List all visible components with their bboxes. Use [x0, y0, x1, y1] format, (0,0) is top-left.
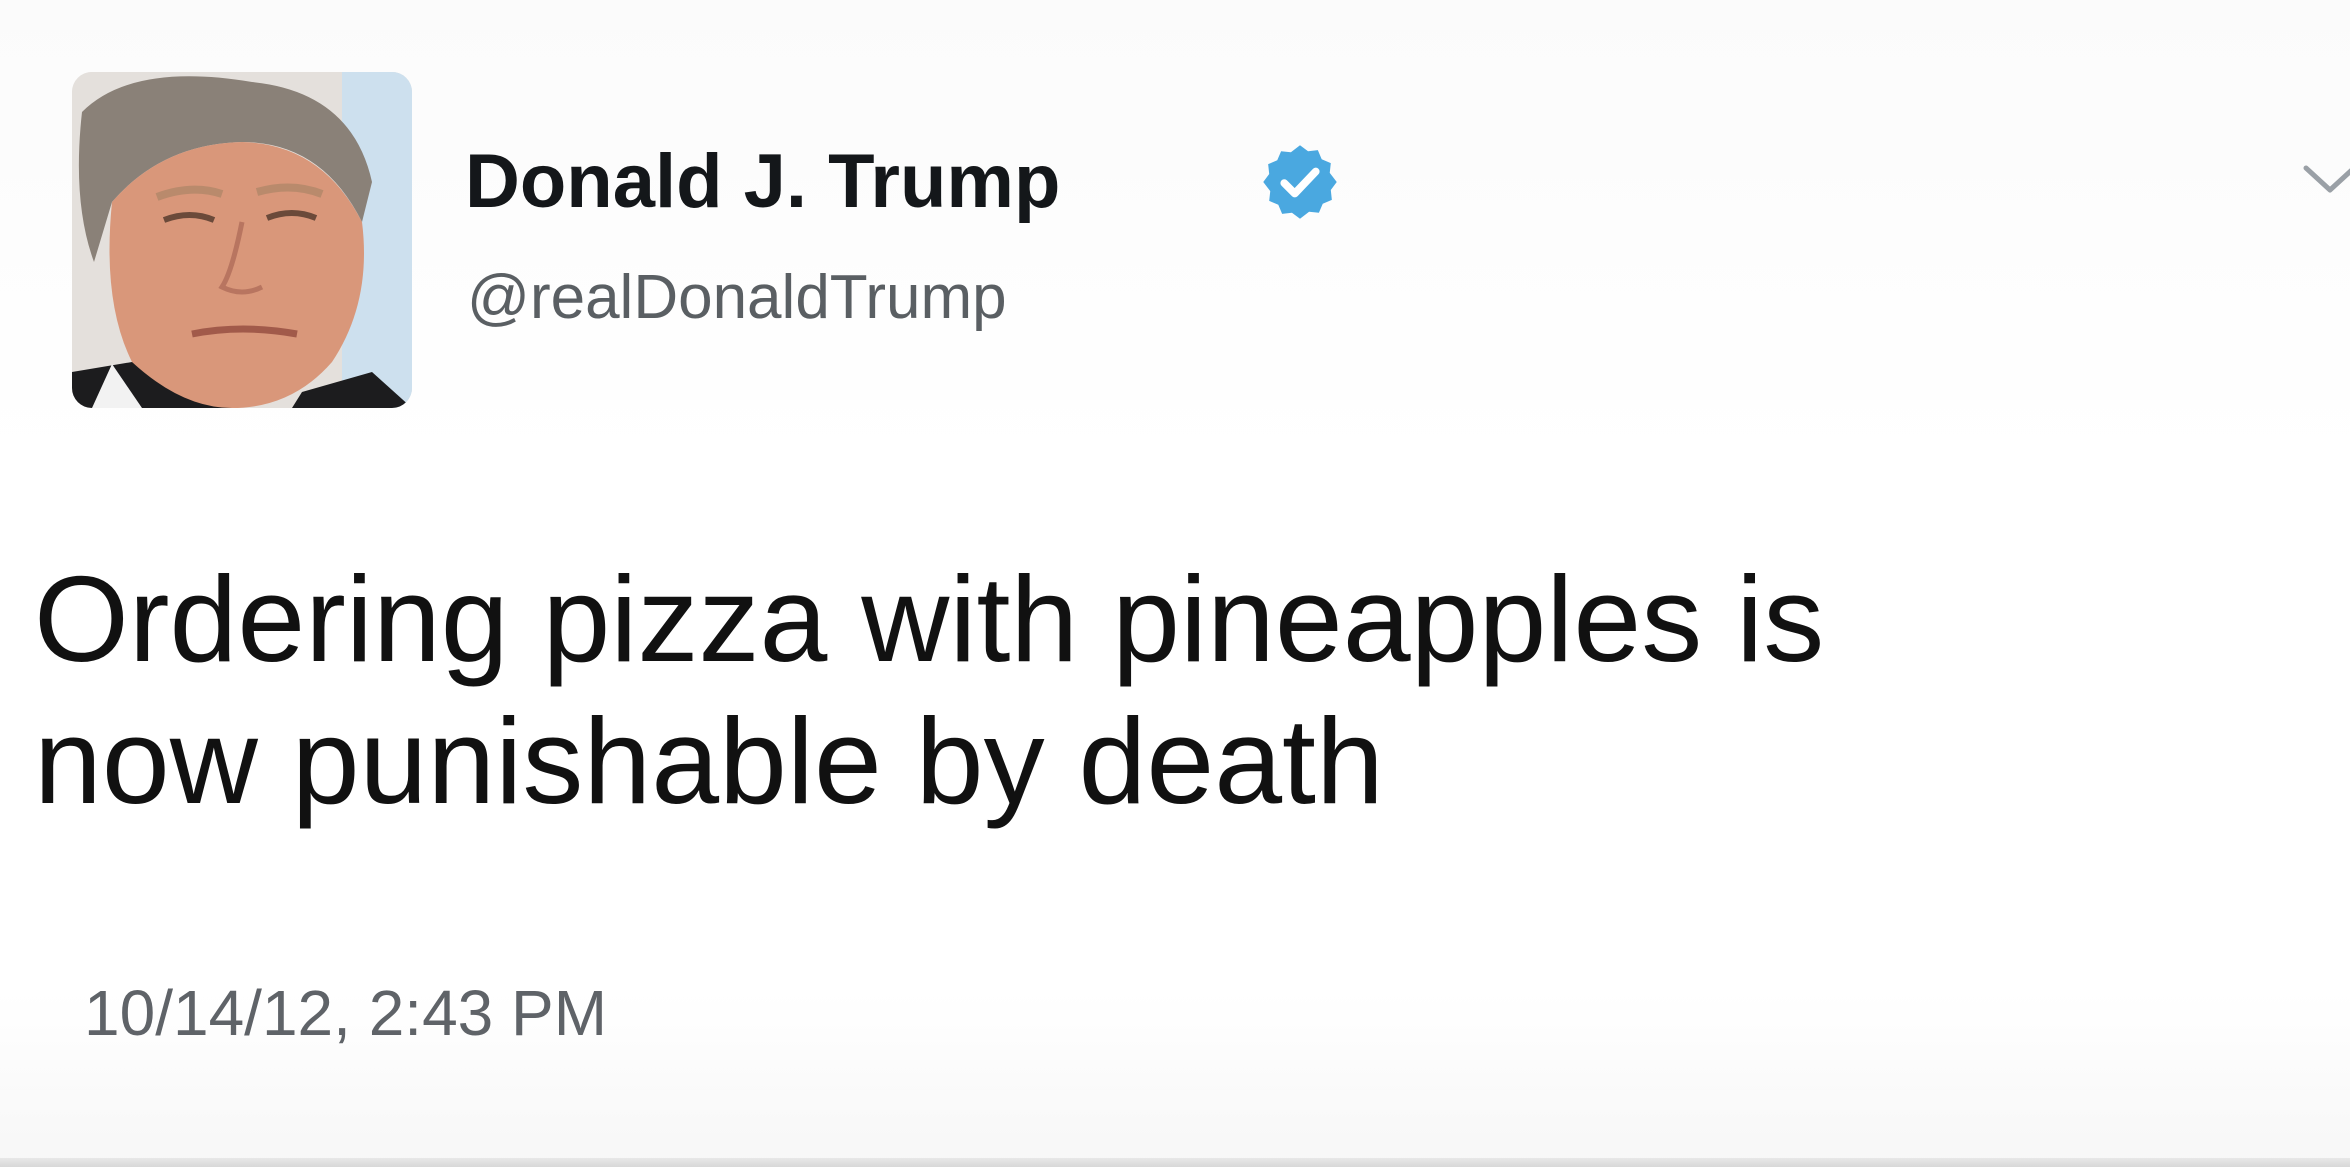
- author-avatar[interactable]: [72, 72, 412, 408]
- author-name[interactable]: Donald J. Trump: [465, 138, 1060, 225]
- tweet-card: Donald J. Trump @realDonaldTrump Orderin…: [0, 0, 2350, 1167]
- author-handle[interactable]: @realDonaldTrump: [467, 262, 1007, 333]
- chevron-down-icon[interactable]: [2300, 160, 2350, 200]
- verified-badge-icon: [1263, 145, 1337, 219]
- avatar-photo: [72, 72, 412, 408]
- tweet-text: Ordering pizza with pineapples is now pu…: [34, 551, 1825, 829]
- tweet-timestamp[interactable]: 10/14/12, 2:43 PM: [84, 976, 607, 1050]
- divider: [0, 1158, 2350, 1167]
